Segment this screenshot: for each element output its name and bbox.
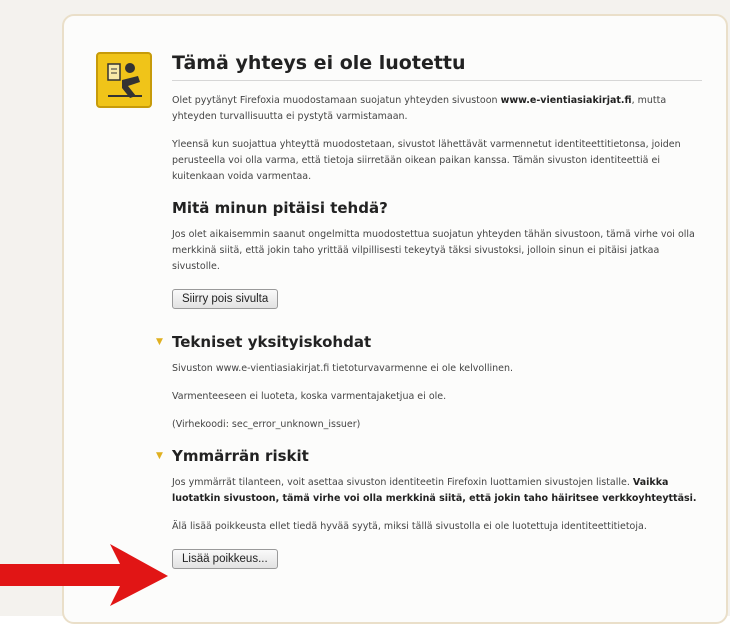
technical-details-heading[interactable]: Tekniset yksityiskohdat — [172, 333, 702, 351]
untrusted-connection-icon — [96, 52, 152, 108]
error-content: Tämä yhteys ei ole luotettu Olet pyytäny… — [156, 52, 702, 579]
technical-line-2: Varmenteeseen ei luoteta, koska varmenta… — [172, 391, 447, 402]
get-me-out-button[interactable]: Siirry pois sivulta — [172, 289, 279, 309]
risks-warning: Älä lisää poikkeusta ellet tiedä hyvää s… — [172, 521, 647, 532]
technical-details-section: ▼ Tekniset yksityiskohdat Sivuston www.e… — [156, 333, 702, 433]
expander-triangle-icon[interactable]: ▼ — [156, 337, 163, 347]
technical-line-1: Sivuston www.e-vientiasiakirjat.fi tieto… — [172, 363, 514, 374]
error-code: (Virhekoodi: sec_error_unknown_issuer) — [172, 419, 361, 430]
intro-text-before: Olet pyytänyt Firefoxia muodostamaan suo… — [172, 95, 501, 106]
understand-risks-heading[interactable]: Ymmärrän riskit — [172, 447, 702, 465]
intro-paragraph-1: Olet pyytänyt Firefoxia muodostamaan suo… — [172, 93, 702, 125]
risks-text-plain: Jos ymmärrät tilanteen, voit asettaa siv… — [172, 477, 633, 488]
red-arrow-annotation — [0, 544, 168, 606]
understand-risks-section: ▼ Ymmärrän riskit Jos ymmärrät tilanteen… — [156, 447, 702, 579]
what-to-do-heading: Mitä minun pitäisi tehdä? — [172, 199, 388, 217]
site-name: www.e-vientiasiakirjat.fi — [500, 95, 632, 106]
intro-paragraph-2: Yleensä kun suojattua yhteyttä muodostet… — [172, 139, 681, 182]
what-to-do-text: Jos olet aikaisemmin saanut ongelmitta m… — [172, 229, 695, 272]
expander-triangle-icon[interactable]: ▼ — [156, 451, 163, 461]
page-title: Tämä yhteys ei ole luotettu — [172, 52, 702, 81]
risks-text: Jos ymmärrät tilanteen, voit asettaa siv… — [172, 475, 702, 507]
